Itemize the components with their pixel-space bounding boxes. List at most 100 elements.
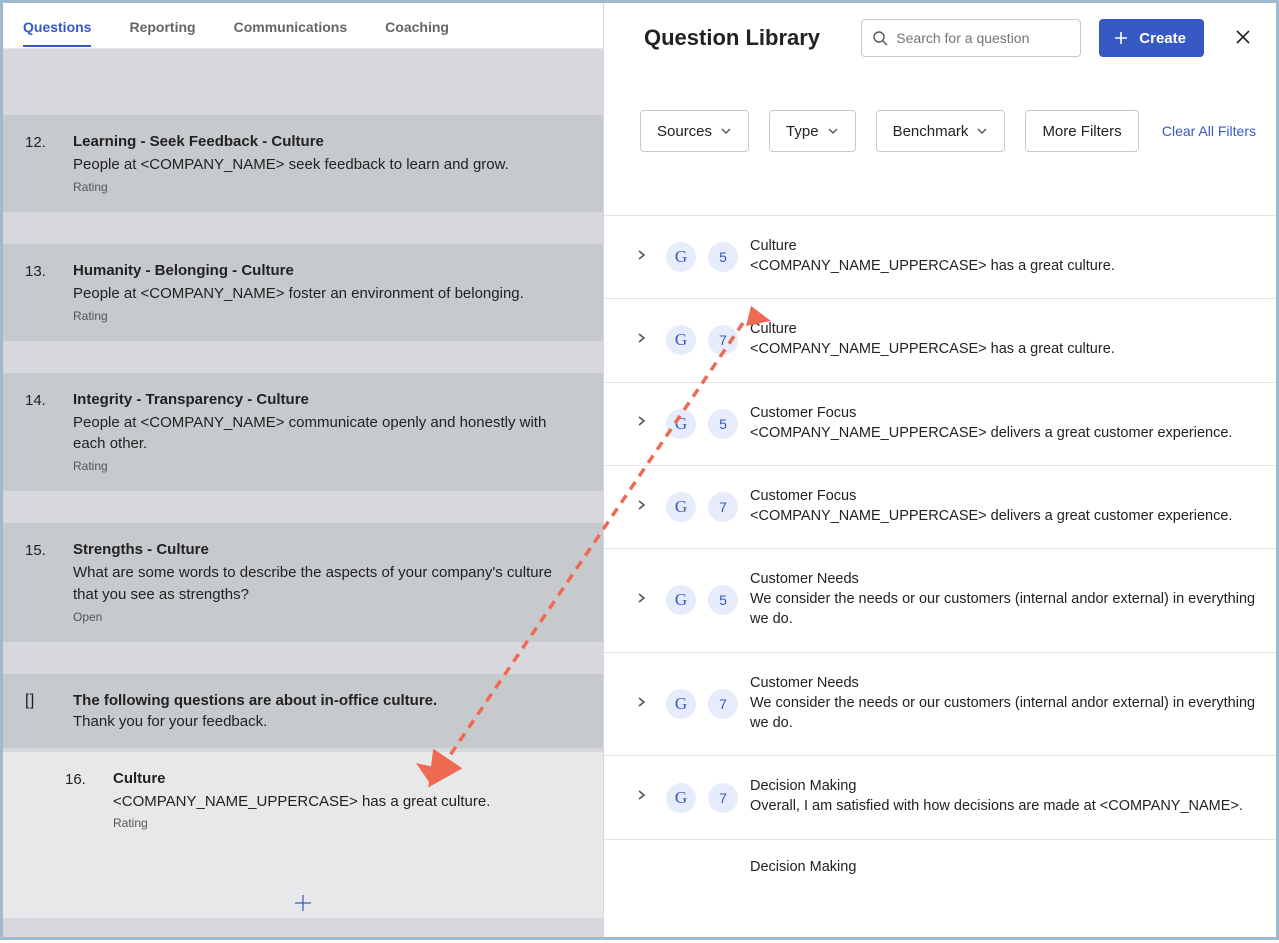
source-badge: G xyxy=(666,783,696,813)
library-list: G 5 Culture <COMPANY_NAME_UPPERCASE> has… xyxy=(604,188,1276,937)
filters-bar: Sources Type Benchmark More Filters Clea… xyxy=(604,74,1276,188)
library-text: We consider the needs or our customers (… xyxy=(750,589,1256,630)
tabs-bar: Questions Reporting Communications Coach… xyxy=(3,3,603,49)
chevron-down-icon xyxy=(976,125,988,137)
question-title: Learning - Seek Feedback - Culture xyxy=(73,133,581,150)
filter-more[interactable]: More Filters xyxy=(1025,110,1138,152)
scale-badge: 5 xyxy=(708,585,738,615)
library-category: Customer Focus xyxy=(750,405,1256,421)
question-desc: People at <COMPANY_NAME> foster an envir… xyxy=(73,283,581,305)
library-item[interactable]: G 7 Culture <COMPANY_NAME_UPPERCASE> has… xyxy=(604,299,1276,382)
create-button[interactable]: Create xyxy=(1099,19,1204,57)
source-badge: G xyxy=(666,585,696,615)
expand-toggle[interactable] xyxy=(634,695,654,714)
questions-pane: Questions Reporting Communications Coach… xyxy=(3,3,603,937)
chevron-right-icon xyxy=(634,414,648,428)
question-library-panel: Question Library Create Sources Type xyxy=(603,3,1276,937)
question-type: Rating xyxy=(113,816,581,830)
chevron-right-icon xyxy=(634,248,648,262)
tab-communications[interactable]: Communications xyxy=(234,6,348,46)
library-item[interactable]: G 5 Culture <COMPANY_NAME_UPPERCASE> has… xyxy=(604,216,1276,299)
expand-toggle[interactable] xyxy=(634,591,654,610)
question-number: 12. xyxy=(25,133,59,194)
chevron-right-icon xyxy=(634,591,648,605)
question-card[interactable]: 15. Strengths - Culture What are some wo… xyxy=(3,523,603,642)
add-question-button[interactable] xyxy=(3,888,603,918)
library-item[interactable]: G 5 Customer Focus <COMPANY_NAME_UPPERCA… xyxy=(604,383,1276,466)
library-text: <COMPANY_NAME_UPPERCASE> delivers a grea… xyxy=(750,506,1256,526)
close-button[interactable] xyxy=(1230,24,1256,53)
section-card[interactable]: [ ] The following questions are about in… xyxy=(3,674,603,748)
question-type: Open xyxy=(73,610,581,624)
scale-badge: 7 xyxy=(708,783,738,813)
question-title: Culture xyxy=(113,770,581,787)
question-card[interactable]: 14. Integrity - Transparency - Culture P… xyxy=(3,373,603,492)
expand-toggle[interactable] xyxy=(634,248,654,267)
expand-toggle[interactable] xyxy=(634,414,654,433)
library-item[interactable]: G 5 Customer Needs We consider the needs… xyxy=(604,549,1276,653)
source-badge: G xyxy=(666,242,696,272)
filter-sources[interactable]: Sources xyxy=(640,110,749,152)
section-marker: [ ] xyxy=(25,692,59,730)
section-desc: Thank you for your feedback. xyxy=(73,713,581,730)
close-icon xyxy=(1234,28,1252,46)
tab-reporting[interactable]: Reporting xyxy=(129,6,195,46)
expand-toggle[interactable] xyxy=(634,788,654,807)
search-input[interactable] xyxy=(896,30,1077,46)
question-number: 13. xyxy=(25,262,59,323)
library-item[interactable]: Decision Making xyxy=(604,840,1276,874)
expand-toggle[interactable] xyxy=(634,331,654,350)
library-text: <COMPANY_NAME_UPPERCASE> delivers a grea… xyxy=(750,423,1256,443)
library-category: Customer Needs xyxy=(750,675,1256,691)
expand-toggle[interactable] xyxy=(634,498,654,517)
chevron-right-icon xyxy=(634,498,648,512)
section-title: The following questions are about in-off… xyxy=(73,692,581,709)
question-card[interactable]: 16. Culture <COMPANY_NAME_UPPERCASE> has… xyxy=(3,752,603,849)
library-item[interactable]: G 7 Customer Needs We consider the needs… xyxy=(604,653,1276,757)
plus-icon xyxy=(292,892,314,914)
question-type: Rating xyxy=(73,309,581,323)
tab-questions[interactable]: Questions xyxy=(23,6,91,46)
clear-filters-link[interactable]: Clear All Filters xyxy=(1162,123,1256,139)
question-number: 16. xyxy=(65,770,99,831)
source-badge: G xyxy=(666,492,696,522)
filter-label: Benchmark xyxy=(893,123,969,140)
question-desc: What are some words to describe the aspe… xyxy=(73,562,581,606)
scale-badge: 7 xyxy=(708,689,738,719)
library-category: Culture xyxy=(750,238,1256,254)
library-category: Customer Needs xyxy=(750,571,1256,587)
library-category: Decision Making xyxy=(750,859,1256,874)
filter-type[interactable]: Type xyxy=(769,110,856,152)
question-card[interactable]: 13. Humanity - Belonging - Culture Peopl… xyxy=(3,244,603,341)
question-card[interactable]: 12. Learning - Seek Feedback - Culture P… xyxy=(3,115,603,212)
chevron-down-icon xyxy=(827,125,839,137)
question-number: 15. xyxy=(25,541,59,624)
library-item[interactable]: G 7 Decision Making Overall, I am satisf… xyxy=(604,756,1276,839)
question-type: Rating xyxy=(73,180,581,194)
question-desc: <COMPANY_NAME_UPPERCASE> has a great cul… xyxy=(113,791,581,813)
scale-badge: 7 xyxy=(708,492,738,522)
source-badge: G xyxy=(666,325,696,355)
source-badge: G xyxy=(666,689,696,719)
question-desc: People at <COMPANY_NAME> communicate ope… xyxy=(73,412,581,456)
source-badge: G xyxy=(666,409,696,439)
scale-badge: 5 xyxy=(708,242,738,272)
filter-benchmark[interactable]: Benchmark xyxy=(876,110,1006,152)
tab-coaching[interactable]: Coaching xyxy=(385,6,449,46)
library-header: Question Library Create xyxy=(604,3,1276,74)
library-category: Customer Focus xyxy=(750,488,1256,504)
library-text: <COMPANY_NAME_UPPERCASE> has a great cul… xyxy=(750,339,1256,359)
library-item[interactable]: G 7 Customer Focus <COMPANY_NAME_UPPERCA… xyxy=(604,466,1276,549)
scale-badge: 5 xyxy=(708,409,738,439)
filter-label: Sources xyxy=(657,123,712,140)
search-icon xyxy=(872,30,888,46)
chevron-right-icon xyxy=(634,331,648,345)
search-input-wrap[interactable] xyxy=(861,19,1081,57)
question-title: Strengths - Culture xyxy=(73,541,581,558)
create-label: Create xyxy=(1139,30,1186,47)
library-title: Question Library xyxy=(644,25,843,51)
question-desc: People at <COMPANY_NAME> seek feedback t… xyxy=(73,154,581,176)
chevron-down-icon xyxy=(720,125,732,137)
chevron-right-icon xyxy=(634,695,648,709)
filter-label: Type xyxy=(786,123,819,140)
